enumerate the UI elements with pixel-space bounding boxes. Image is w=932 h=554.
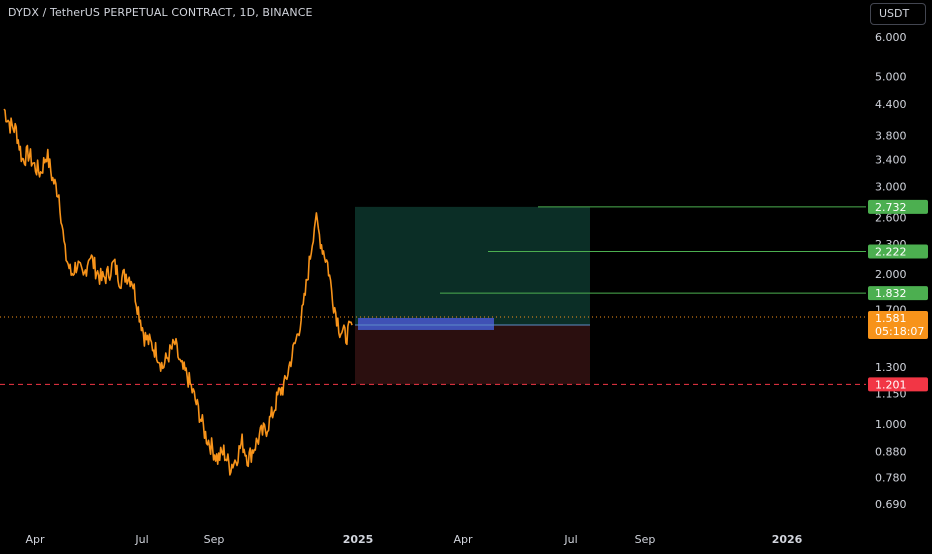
y-tick-label: 3.000 [875,181,907,194]
target-price-label-text: 2.222 [875,245,907,258]
loss-zone [355,324,590,385]
target-price-label-text: 1.832 [875,287,907,300]
current-price-label-text: 05:18:07 [875,325,924,338]
x-tick-label: 2026 [772,533,803,546]
x-tick-label: Jul [563,533,577,546]
x-tick-label: 2025 [343,533,374,546]
y-tick-label: 1.300 [875,361,907,374]
y-tick-label: 3.800 [875,130,907,143]
x-tick-label: Jul [134,533,148,546]
price-series-line [3,108,353,476]
symbol-title: DYDX / TetherUS PERPETUAL CONTRACT, 1D, … [8,6,313,19]
x-tick-label: Apr [453,533,473,546]
y-tick-label: 6.000 [875,31,907,44]
y-tick-label: 2.000 [875,268,907,281]
y-tick-label: 0.880 [875,445,907,458]
x-tick-label: Sep [204,533,225,546]
y-tick-label: 4.400 [875,98,907,111]
current-price-label: 1.58105:18:07 [868,310,928,339]
target-price-label: 1.832 [868,286,928,301]
target-price-label-text: 2.732 [875,201,907,214]
y-tick-label: 3.400 [875,154,907,167]
x-tick-label: Apr [25,533,45,546]
y-tick-label: 0.780 [875,472,907,485]
target-price-label: 2.732 [868,199,928,214]
y-tick-label: 0.690 [875,498,907,511]
currency-button[interactable]: USDT [870,3,926,25]
price-chart[interactable]: 6.0005.0004.4003.8003.4003.0002.6002.300… [0,0,932,550]
current-price-label-text: 1.581 [875,312,907,325]
y-tick-label: 5.000 [875,70,907,83]
stop-loss-label: 1.201 [868,377,928,392]
stop-loss-label-text: 1.201 [875,378,907,391]
profit-zone [355,206,590,325]
y-tick-label: 1.000 [875,418,907,431]
x-tick-label: Sep [635,533,656,546]
target-price-label: 2.222 [868,244,928,259]
entry-box [358,317,494,330]
chart-area[interactable]: 6.0005.0004.4003.8003.4003.0002.6002.300… [0,0,932,550]
